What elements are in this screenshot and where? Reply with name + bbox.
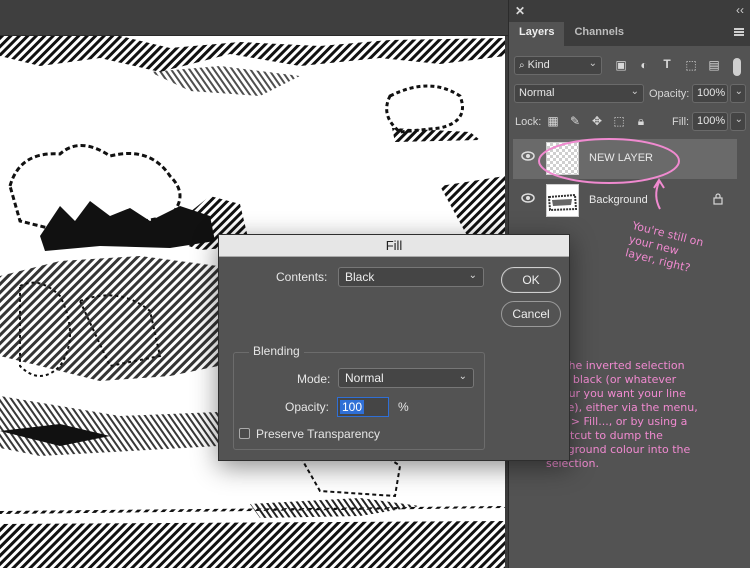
preserve-transparency-checkbox[interactable] — [239, 428, 250, 439]
blending-title: Blending — [249, 344, 304, 358]
canvas-scroll-area — [0, 0, 508, 36]
image-filter-icon[interactable]: ▣ — [613, 58, 629, 72]
opacity-field[interactable]: 100% — [692, 84, 728, 103]
chevron-down-icon: ⌄ — [630, 86, 639, 97]
opacity-dropdown[interactable]: ⌄ — [730, 84, 746, 103]
fill-label: Fill: — [672, 116, 690, 128]
note-line: Edit > Fill..., or by using a — [546, 415, 688, 428]
chevron-down-icon: ⌄ — [458, 371, 467, 382]
note-line: selection. — [546, 457, 599, 470]
contents-select[interactable]: Black ⌄ — [338, 267, 484, 287]
adjustment-filter-icon[interactable]: ◐ — [636, 58, 652, 72]
ok-button[interactable]: OK — [501, 267, 561, 293]
chevron-down-icon: ⌄ — [734, 86, 743, 97]
chevron-down-icon: ⌄ — [734, 114, 743, 125]
chevron-down-icon: ⌄ — [468, 270, 477, 281]
note-line: to be), either via the menu, — [546, 401, 698, 414]
dialog-title[interactable]: Fill — [219, 235, 569, 257]
lock-position-icon[interactable]: ✥ — [589, 114, 605, 128]
panel-menu-icon[interactable] — [734, 28, 744, 36]
tab-channels[interactable]: Channels — [564, 22, 634, 46]
kind-filter-label: Kind — [527, 59, 550, 71]
note-line: with black (or whatever — [546, 373, 677, 386]
kind-filter-select[interactable]: ⌕ Kind ⌄ — [514, 56, 602, 75]
preserve-transparency-label[interactable]: Preserve Transparency — [256, 427, 380, 441]
opacity-label: Opacity: — [649, 88, 690, 100]
visibility-eye-icon[interactable] — [521, 151, 535, 161]
fill-field[interactable]: 100% — [692, 112, 728, 131]
mode-select[interactable]: Normal ⌄ — [338, 368, 474, 388]
cancel-button[interactable]: Cancel — [501, 301, 561, 327]
tab-layers[interactable]: Layers — [509, 22, 565, 46]
lock-artboard-icon[interactable]: ⬚ — [611, 114, 627, 128]
panel-tabs: Layers Channels — [509, 22, 750, 46]
contents-value: Black — [345, 270, 375, 284]
blend-mode-value: Normal — [519, 87, 555, 99]
smart-object-filter-icon[interactable]: ▤ — [706, 58, 722, 72]
type-filter-icon[interactable]: T — [659, 57, 675, 71]
note-line: shortcut to dump the — [546, 429, 663, 442]
highlight-circle-annotation — [538, 138, 680, 210]
search-icon: ⌕ — [519, 60, 525, 71]
mode-value: Normal — [345, 371, 384, 385]
blend-row: Normal ⌄ Opacity: 100% ⌄ — [509, 83, 750, 107]
opacity-unit: % — [398, 400, 409, 414]
visibility-eye-icon[interactable] — [521, 193, 535, 203]
note-line: colour you want your line — [546, 387, 686, 400]
blend-mode-select[interactable]: Normal ⌄ — [514, 84, 644, 103]
lock-icon[interactable] — [713, 193, 723, 205]
panel-header: ✕ ‹‹ — [509, 0, 750, 22]
note-line: foreground colour into the — [546, 443, 691, 456]
shape-filter-icon[interactable]: ⬚ — [683, 58, 699, 72]
filter-toggle[interactable] — [733, 58, 741, 76]
fill-dropdown[interactable]: ⌄ — [730, 112, 746, 131]
fill-note-annotation: Fill the inverted selection with black (… — [546, 359, 746, 471]
note-line: Fill the inverted selection — [546, 359, 685, 372]
lock-paint-icon[interactable]: ✎ — [567, 114, 583, 128]
lock-label: Lock: — [515, 116, 542, 128]
filter-row: ⌕ Kind ⌄ ▣ ◐ T ⬚ ▤ — [509, 55, 750, 79]
opacity-label: Opacity: — [285, 400, 330, 414]
opacity-input[interactable]: 100 — [337, 397, 389, 417]
lock-all-icon[interactable]: 🔒︎ — [633, 114, 649, 129]
lock-transparent-icon[interactable]: ▦ — [545, 114, 561, 128]
collapse-icon[interactable]: ‹‹ — [736, 3, 744, 17]
close-icon[interactable]: ✕ — [515, 4, 525, 18]
lock-row: Lock: ▦ ✎ ✥ ⬚ 🔒︎ Fill: 100% ⌄ — [509, 111, 750, 135]
mode-label: Mode: — [297, 372, 331, 386]
opacity-value: 100 — [340, 400, 365, 414]
fill-dialog: Fill Contents: Black ⌄ OK Cancel Blendin… — [218, 234, 570, 461]
contents-label: Contents: — [276, 270, 328, 284]
chevron-down-icon: ⌄ — [588, 58, 597, 69]
